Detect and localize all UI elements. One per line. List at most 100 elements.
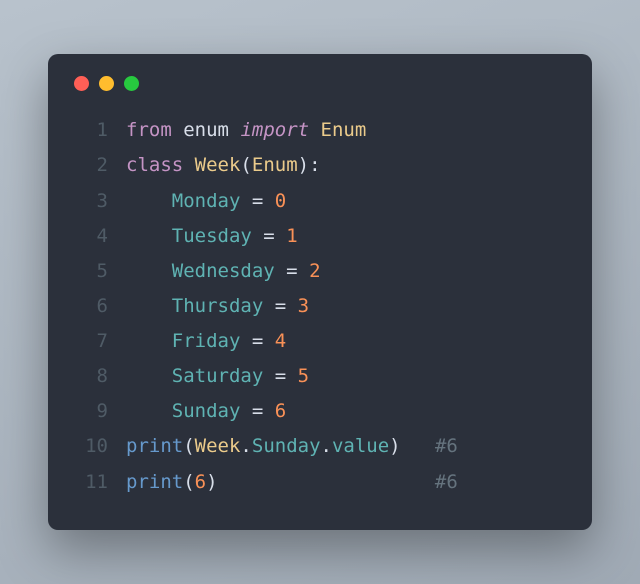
token-plain (298, 260, 309, 282)
token-plain (126, 330, 172, 352)
token-pun: = (252, 190, 263, 212)
token-attr: Friday (172, 330, 241, 352)
token-cls: Enum (252, 154, 298, 176)
token-attr: Tuesday (172, 225, 252, 247)
close-icon[interactable] (74, 76, 89, 91)
token-attr: value (332, 435, 389, 457)
token-plain (240, 330, 251, 352)
token-plain (229, 119, 240, 141)
line-content: from enum import Enum (126, 113, 566, 148)
token-plain (126, 400, 172, 422)
token-attr: Sunday (252, 435, 321, 457)
traffic-lights (74, 76, 566, 91)
gutter-gap (108, 289, 126, 324)
token-pun: ) (298, 154, 309, 176)
minimize-icon[interactable] (99, 76, 114, 91)
token-kw: from (126, 119, 172, 141)
token-attr: Sunday (172, 400, 241, 422)
gutter-gap (108, 359, 126, 394)
token-plain (126, 190, 172, 212)
token-attr: Wednesday (172, 260, 275, 282)
token-pun: ) (206, 471, 217, 493)
token-mod: enum (183, 119, 229, 141)
token-kw-it: import (240, 119, 309, 141)
gutter-gap (108, 429, 126, 464)
token-plain (218, 471, 435, 493)
token-num: 1 (286, 225, 297, 247)
line-number: 6 (68, 289, 108, 324)
gutter-gap (108, 394, 126, 429)
token-pun: ( (183, 471, 194, 493)
line-content: print(6) #6 (126, 465, 566, 500)
gutter-gap (108, 113, 126, 148)
token-attr: Saturday (172, 365, 264, 387)
token-pun: ( (183, 435, 194, 457)
token-pun: = (275, 295, 286, 317)
token-pun: ( (240, 154, 251, 176)
line-content: Saturday = 5 (126, 359, 566, 394)
line-content: Sunday = 6 (126, 394, 566, 429)
zoom-icon[interactable] (124, 76, 139, 91)
token-plain (240, 400, 251, 422)
token-cmt: #6 (435, 435, 458, 457)
code-line: 11print(6) #6 (68, 465, 566, 500)
token-num: 2 (309, 260, 320, 282)
line-content: print(Week.Sunday.value) #6 (126, 429, 566, 464)
token-pun: . (321, 435, 332, 457)
token-kw: class (126, 154, 183, 176)
token-plain (401, 435, 435, 457)
line-content: class Week(Enum): (126, 148, 566, 183)
token-plain (309, 119, 320, 141)
token-num: 6 (275, 400, 286, 422)
line-number: 7 (68, 324, 108, 359)
token-plain (126, 225, 172, 247)
token-fn: print (126, 435, 183, 457)
token-fn: print (126, 471, 183, 493)
line-content: Wednesday = 2 (126, 254, 566, 289)
token-num: 4 (275, 330, 286, 352)
token-plain (183, 154, 194, 176)
code-line: 4 Tuesday = 1 (68, 219, 566, 254)
token-cls: Week (195, 435, 241, 457)
line-number: 3 (68, 184, 108, 219)
line-content: Tuesday = 1 (126, 219, 566, 254)
token-plain (263, 330, 274, 352)
token-plain (263, 295, 274, 317)
code-window: 1 from enum import Enum 2 class Week(Enum):… (48, 54, 592, 530)
token-pun: . (240, 435, 251, 457)
token-plain (126, 365, 172, 387)
gutter-gap (108, 324, 126, 359)
token-plain (172, 119, 183, 141)
token-plain (286, 295, 297, 317)
line-number: 10 (68, 429, 108, 464)
line-number: 9 (68, 394, 108, 429)
token-pun: = (275, 365, 286, 387)
token-pun: = (286, 260, 297, 282)
line-number: 4 (68, 219, 108, 254)
code-line: 5 Wednesday = 2 (68, 254, 566, 289)
gutter-gap (108, 148, 126, 183)
token-plain (126, 260, 172, 282)
token-cls: Enum (321, 119, 367, 141)
line-number: 2 (68, 148, 108, 183)
code-line: 3 Monday = 0 (68, 184, 566, 219)
code-line: 10 print(Week.Sunday.value) #6 (68, 429, 566, 464)
gutter-gap (108, 465, 126, 500)
code-line: 2 class Week(Enum): (68, 148, 566, 183)
line-number: 1 (68, 113, 108, 148)
token-cmt: #6 (435, 471, 458, 493)
token-plain (240, 190, 251, 212)
code-block: 1 from enum import Enum 2 class Week(Enum):… (68, 113, 566, 500)
token-num: 6 (195, 471, 206, 493)
token-num: 0 (275, 190, 286, 212)
gutter-gap (108, 219, 126, 254)
token-pun: = (252, 330, 263, 352)
token-plain (275, 260, 286, 282)
code-line: 8 Saturday = 5 (68, 359, 566, 394)
code-line: 9 Sunday = 6 (68, 394, 566, 429)
token-cls: Week (195, 154, 241, 176)
code-line: 7 Friday = 4 (68, 324, 566, 359)
token-plain (252, 225, 263, 247)
token-plain (275, 225, 286, 247)
token-attr: Thursday (172, 295, 264, 317)
